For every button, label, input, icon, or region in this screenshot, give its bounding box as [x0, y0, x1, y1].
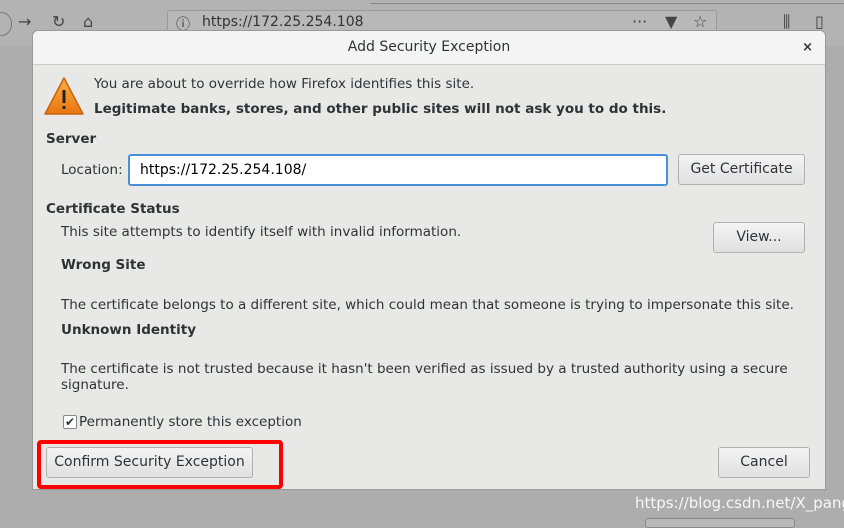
permanent-label[interactable]: Permanently store this exception: [79, 414, 302, 430]
status-text: This site attempts to identify itself wi…: [61, 224, 462, 240]
certificate-status-heading: Certificate Status: [46, 201, 180, 217]
location-label: Location:: [61, 162, 123, 178]
sidebar-icon[interactable]: ▯: [815, 12, 824, 31]
background-button: [645, 518, 795, 528]
issue-text: The certificate is not trusted because i…: [61, 361, 788, 393]
pocket-icon[interactable]: ▼: [665, 12, 677, 31]
forward-icon[interactable]: →: [18, 12, 31, 31]
issue-text: The certificate belongs to a different s…: [61, 297, 794, 313]
highlight-annotation: [37, 440, 283, 489]
bookmark-star-icon[interactable]: ☆: [693, 12, 707, 31]
issue-title: Unknown Identity: [61, 322, 197, 338]
cancel-button[interactable]: Cancel: [718, 447, 810, 478]
tab-strip-edge: [370, 0, 844, 4]
server-heading: Server: [46, 131, 97, 147]
library-icon[interactable]: ⫼: [783, 12, 790, 32]
view-button[interactable]: View...: [713, 222, 805, 253]
location-input[interactable]: https://172.25.254.108/: [128, 154, 668, 186]
dialog-titlebar: Add Security Exception ×: [33, 31, 825, 65]
home-icon[interactable]: ⌂: [83, 12, 93, 31]
dialog-title: Add Security Exception: [347, 39, 511, 55]
warning-line-2: Legitimate banks, stores, and other publ…: [94, 101, 667, 117]
warning-icon: [44, 77, 84, 115]
issue-title: Wrong Site: [61, 257, 146, 273]
add-security-exception-dialog: Add Security Exception × You are about t…: [32, 30, 826, 490]
permanent-checkbox[interactable]: ✔: [63, 415, 77, 429]
url-text: https://172.25.254.108: [202, 14, 364, 30]
warning-line-1: You are about to override how Firefox id…: [94, 76, 475, 92]
watermark: https://blog.csdn.net/X_pang: [635, 494, 844, 512]
get-certificate-button[interactable]: Get Certificate: [678, 154, 805, 185]
back-button[interactable]: [0, 12, 12, 36]
close-button[interactable]: ×: [802, 31, 813, 64]
reload-icon[interactable]: ↻: [52, 12, 65, 31]
more-icon[interactable]: ···: [632, 12, 647, 31]
